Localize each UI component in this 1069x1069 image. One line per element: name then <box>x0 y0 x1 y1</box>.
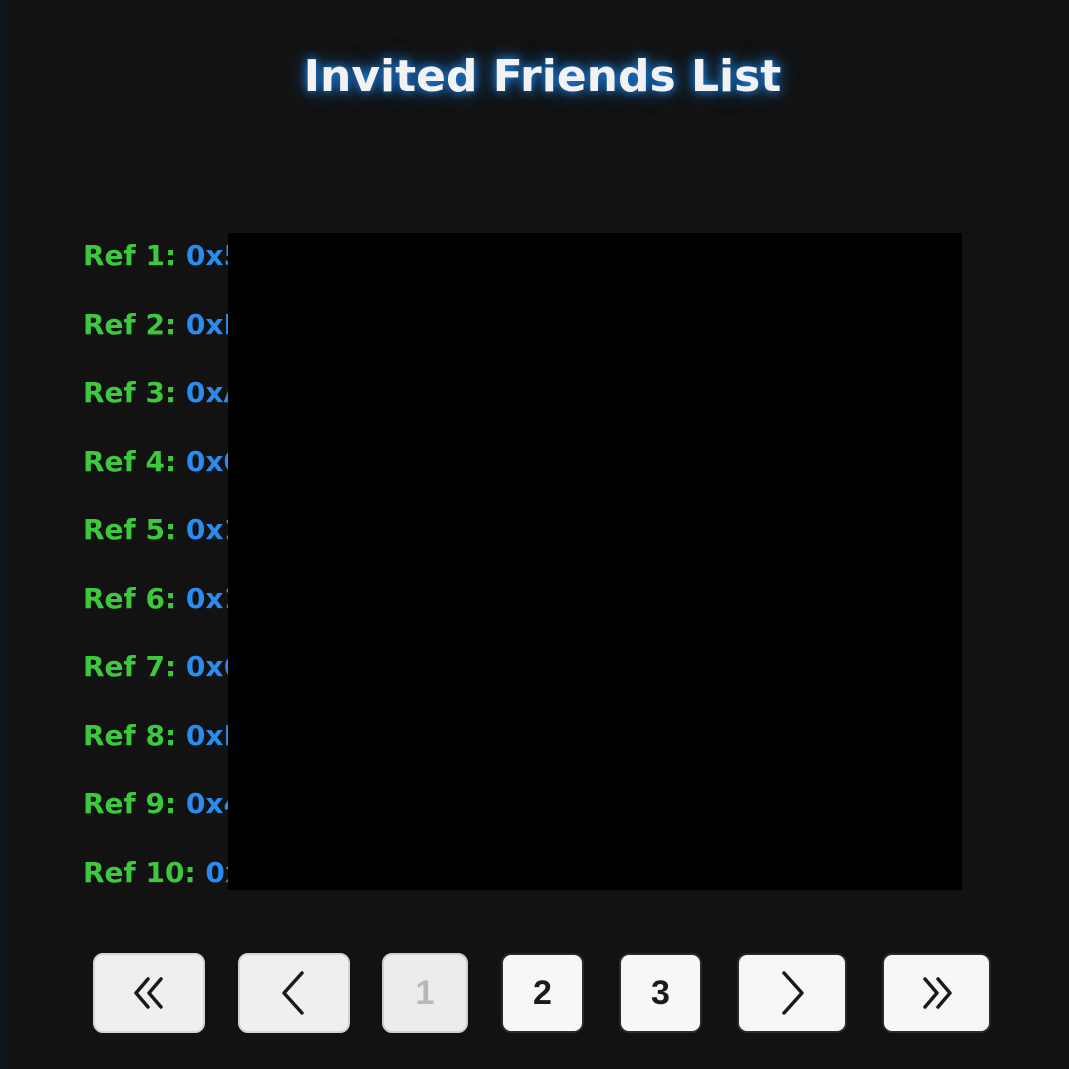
referral-label: Ref 5: <box>83 513 177 546</box>
double-chevron-left-icon <box>134 977 163 1009</box>
page-3-button[interactable]: 3 <box>619 953 702 1033</box>
referral-label: Ref 3: <box>83 376 177 409</box>
previous-page-button[interactable] <box>238 953 350 1033</box>
last-page-button[interactable] <box>882 953 991 1033</box>
referral-label: Ref 1: <box>83 239 177 272</box>
redaction-overlay <box>228 233 962 890</box>
page-title: Invited Friends List <box>303 51 782 103</box>
referral-label: Ref 9: <box>83 787 177 820</box>
referral-label: Ref 8: <box>83 718 177 752</box>
referral-label: Ref 4: <box>83 444 177 478</box>
referral-label: Ref 10: <box>83 855 196 889</box>
chevron-left-icon <box>282 971 304 1015</box>
referral-label: Ref 2: <box>83 307 177 341</box>
next-page-button[interactable] <box>737 953 847 1033</box>
chevron-right-icon <box>782 971 804 1015</box>
double-chevron-right-icon <box>922 977 952 1009</box>
left-edge-shade <box>0 0 12 1069</box>
referral-label: Ref 7: <box>83 650 177 683</box>
pagination: 1 2 3 <box>0 953 1069 1035</box>
referral-label: Ref 6: <box>83 581 177 615</box>
page-1-button[interactable]: 1 <box>382 953 468 1033</box>
page-2-button[interactable]: 2 <box>501 953 584 1033</box>
first-page-button[interactable] <box>93 953 205 1033</box>
